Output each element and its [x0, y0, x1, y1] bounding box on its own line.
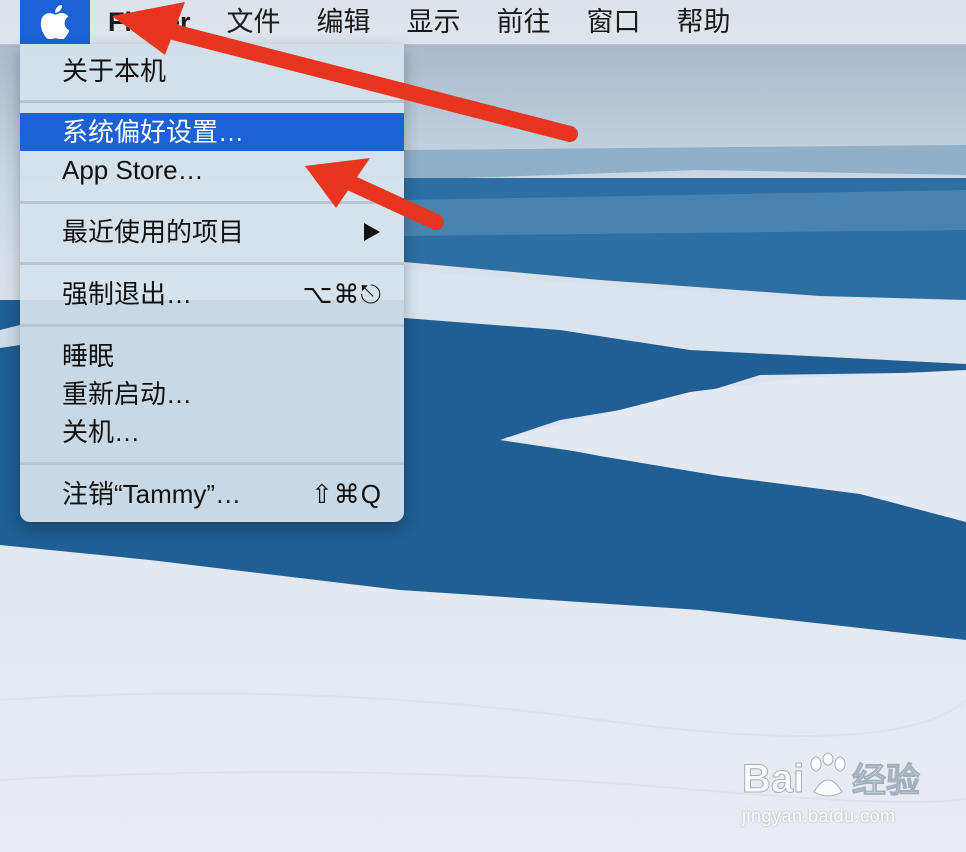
menu-item-label: 强制退出…	[62, 279, 193, 309]
menu-item-label: 注销“Tammy”…	[62, 479, 242, 509]
menu-item-label: 关于本机	[62, 56, 167, 86]
apple-logo-icon	[40, 5, 70, 39]
menu-item-app-store[interactable]: App Store…	[20, 151, 404, 189]
menu-separator	[20, 201, 404, 204]
force-quit-shortcut: ⌥⌘⎋	[302, 279, 382, 309]
menu-edit[interactable]: 编辑	[299, 0, 389, 44]
menu-file[interactable]: 文件	[209, 0, 299, 44]
svg-text:Bai: Bai	[742, 757, 804, 801]
menu-item-label: 最近使用的项目	[62, 217, 245, 247]
menu-bar: Finder 文件 编辑 显示 前往 窗口 帮助	[0, 0, 966, 45]
menu-item-system-preferences[interactable]: 系统偏好设置…	[20, 113, 404, 151]
apple-menu-button[interactable]	[20, 0, 90, 44]
baidu-watermark: Bai 经验 jingyan.baidu.com	[742, 748, 942, 838]
menu-separator	[20, 462, 404, 465]
menu-window[interactable]: 窗口	[569, 0, 659, 44]
triangle-right-icon	[364, 223, 380, 241]
menu-separator	[20, 262, 404, 265]
menu-item-force-quit[interactable]: 强制退出… ⌥⌘⎋	[20, 275, 404, 313]
menu-item-recent-items[interactable]: 最近使用的项目	[20, 213, 404, 251]
menu-help[interactable]: 帮助	[659, 0, 749, 44]
apple-dropdown-menu: 关于本机 系统偏好设置… App Store… 最近使用的项目 强制退出… ⌥⌘…	[20, 44, 404, 522]
menu-item-label: 系统偏好设置…	[62, 117, 245, 147]
menu-item-restart[interactable]: 重新启动…	[20, 375, 404, 413]
menu-item-log-out[interactable]: 注销“Tammy”… ⇧⌘Q	[20, 475, 404, 513]
menu-separator	[20, 100, 404, 103]
menu-item-shut-down[interactable]: 关机…	[20, 413, 404, 451]
baidu-jingyan-logo: Bai 经验	[742, 752, 921, 802]
menu-view[interactable]: 显示	[389, 0, 479, 44]
svg-text:经验: 经验	[852, 761, 920, 800]
log-out-shortcut: ⇧⌘Q	[310, 479, 382, 509]
menu-separator	[20, 324, 404, 327]
menu-item-label: App Store…	[62, 155, 204, 185]
menu-go[interactable]: 前往	[479, 0, 569, 44]
menu-item-label: 重新启动…	[62, 379, 193, 409]
app-name-menu[interactable]: Finder	[90, 0, 209, 44]
menu-item-about-this-mac[interactable]: 关于本机	[20, 52, 404, 90]
menu-item-label: 睡眠	[62, 341, 115, 371]
menu-item-label: 关机…	[62, 417, 141, 447]
watermark-url: jingyan.baidu.com	[742, 806, 896, 826]
menu-item-sleep[interactable]: 睡眠	[20, 337, 404, 375]
